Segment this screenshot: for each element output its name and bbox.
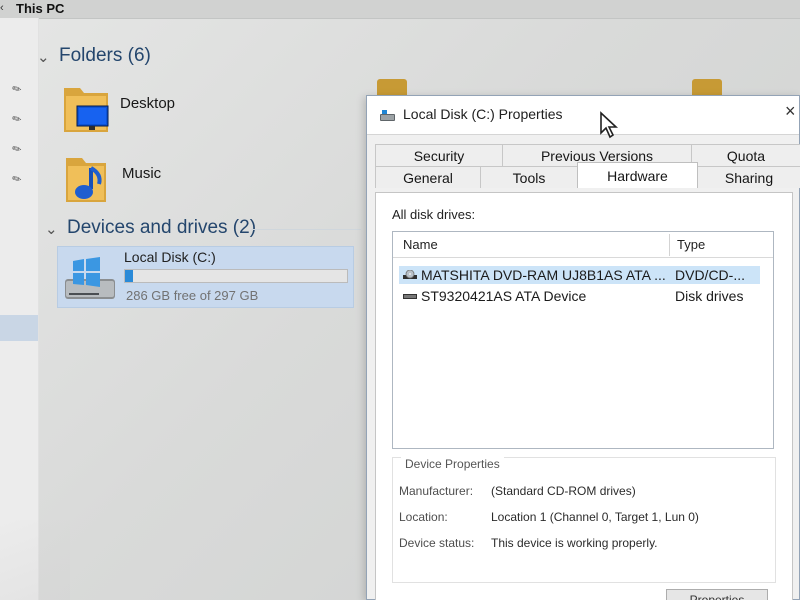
dialog-title: Local Disk (C:) Properties xyxy=(403,106,563,122)
tab-security[interactable]: Security xyxy=(375,144,503,166)
tab-tools[interactable]: Tools xyxy=(480,166,578,188)
drive-name: ST9320421AS ATA Device xyxy=(421,288,587,304)
drive-name: MATSHITA DVD-RAM UJ8B1AS ATA ... xyxy=(421,267,666,283)
name-column-header[interactable]: Name xyxy=(403,237,438,252)
local-disk-c-tile[interactable]: Local Disk (C:) 286 GB free of 297 GB xyxy=(57,246,354,308)
explorer-titlebar: ‹ This PC xyxy=(0,0,800,19)
pin-icon[interactable]: ✎ xyxy=(10,80,26,97)
location-value: Location 1 (Channel 0, Target 1, Lun 0) xyxy=(491,510,699,524)
manufacturer-value: (Standard CD-ROM drives) xyxy=(491,484,636,498)
dvd-drive-icon xyxy=(403,270,417,279)
desktop-folder-icon xyxy=(64,88,109,132)
drive-type: DVD/CD-... xyxy=(675,267,745,283)
folders-header-label: Folders (6) xyxy=(59,45,151,66)
all-disk-drives-label: All disk drives: xyxy=(392,207,476,222)
drive-icon xyxy=(380,110,395,121)
drive-usage-fill xyxy=(125,270,133,282)
column-separator[interactable] xyxy=(669,234,670,256)
manufacturer-label: Manufacturer: xyxy=(399,484,474,498)
folder-label: Desktop xyxy=(120,95,176,112)
drive-label: Local Disk (C:) xyxy=(124,249,216,265)
folder-music[interactable]: Music xyxy=(64,150,264,220)
disk-drives-list[interactable]: Name Type MATSHITA DVD-RAM UJ8B1AS ATA .… xyxy=(392,231,774,449)
section-divider xyxy=(251,229,361,230)
tab-quota[interactable]: Quota xyxy=(691,144,800,166)
device-status-value: This device is working properly. xyxy=(491,536,658,550)
disk-drive-icon xyxy=(403,294,417,299)
chevron-down-icon[interactable]: ⌄ xyxy=(37,48,55,66)
pin-icon[interactable]: ✎ xyxy=(10,110,26,127)
tab-sharing[interactable]: Sharing xyxy=(697,166,800,188)
mouse-cursor-icon xyxy=(600,111,619,139)
drive-usage-bar xyxy=(124,269,348,283)
screen: ‹ This PC ✎ ✎ ✎ ✎ ⌄ Folders (6) Desktop … xyxy=(0,0,800,600)
list-item[interactable]: ST9320421AS ATA Device Disk drives xyxy=(399,287,760,305)
folders-section-header[interactable]: ⌄ Folders (6) xyxy=(37,45,151,67)
list-item[interactable]: MATSHITA DVD-RAM UJ8B1AS ATA ... DVD/CD-… xyxy=(399,266,760,284)
window-title: This PC xyxy=(16,1,65,16)
folder-label: Music xyxy=(122,165,162,182)
close-icon[interactable]: × xyxy=(785,102,799,122)
location-label: Location: xyxy=(399,510,448,524)
pin-icon[interactable]: ✎ xyxy=(10,140,26,157)
devices-header-label: Devices and drives (2) xyxy=(67,217,257,238)
windows-drive-icon xyxy=(65,257,115,299)
folder-desktop[interactable]: Desktop xyxy=(62,80,262,150)
drive-type: Disk drives xyxy=(675,288,744,304)
nav-selected-item[interactable] xyxy=(0,315,38,341)
music-folder-icon xyxy=(66,158,106,202)
hardware-panel: All disk drives: Name Type MATSHITA DVD-… xyxy=(375,192,793,600)
properties-dialog: Local Disk (C:) Properties × Security Pr… xyxy=(366,95,800,600)
device-properties-title: Device Properties xyxy=(401,457,504,471)
chevron-down-icon[interactable]: ⌄ xyxy=(45,220,63,238)
pin-icon[interactable]: ✎ xyxy=(10,170,26,187)
dialog-tabs: Security Previous Versions Quota General… xyxy=(375,144,800,192)
list-header: Name Type xyxy=(393,232,773,258)
tab-hardware[interactable]: Hardware xyxy=(577,162,698,188)
type-column-header[interactable]: Type xyxy=(677,237,705,252)
dialog-titlebar[interactable]: Local Disk (C:) Properties × xyxy=(367,96,799,135)
device-status-label: Device status: xyxy=(399,536,475,550)
devices-section-header[interactable]: ⌄ Devices and drives (2) xyxy=(45,217,256,239)
properties-button[interactable]: Properties xyxy=(666,589,768,600)
chevron-left-icon[interactable]: ‹ xyxy=(0,2,4,14)
device-properties-group: Device Properties Manufacturer: (Standar… xyxy=(392,457,776,583)
drive-free-space: 286 GB free of 297 GB xyxy=(126,288,259,303)
tab-general[interactable]: General xyxy=(375,166,481,188)
navigation-pane: ✎ ✎ ✎ ✎ xyxy=(0,18,39,600)
